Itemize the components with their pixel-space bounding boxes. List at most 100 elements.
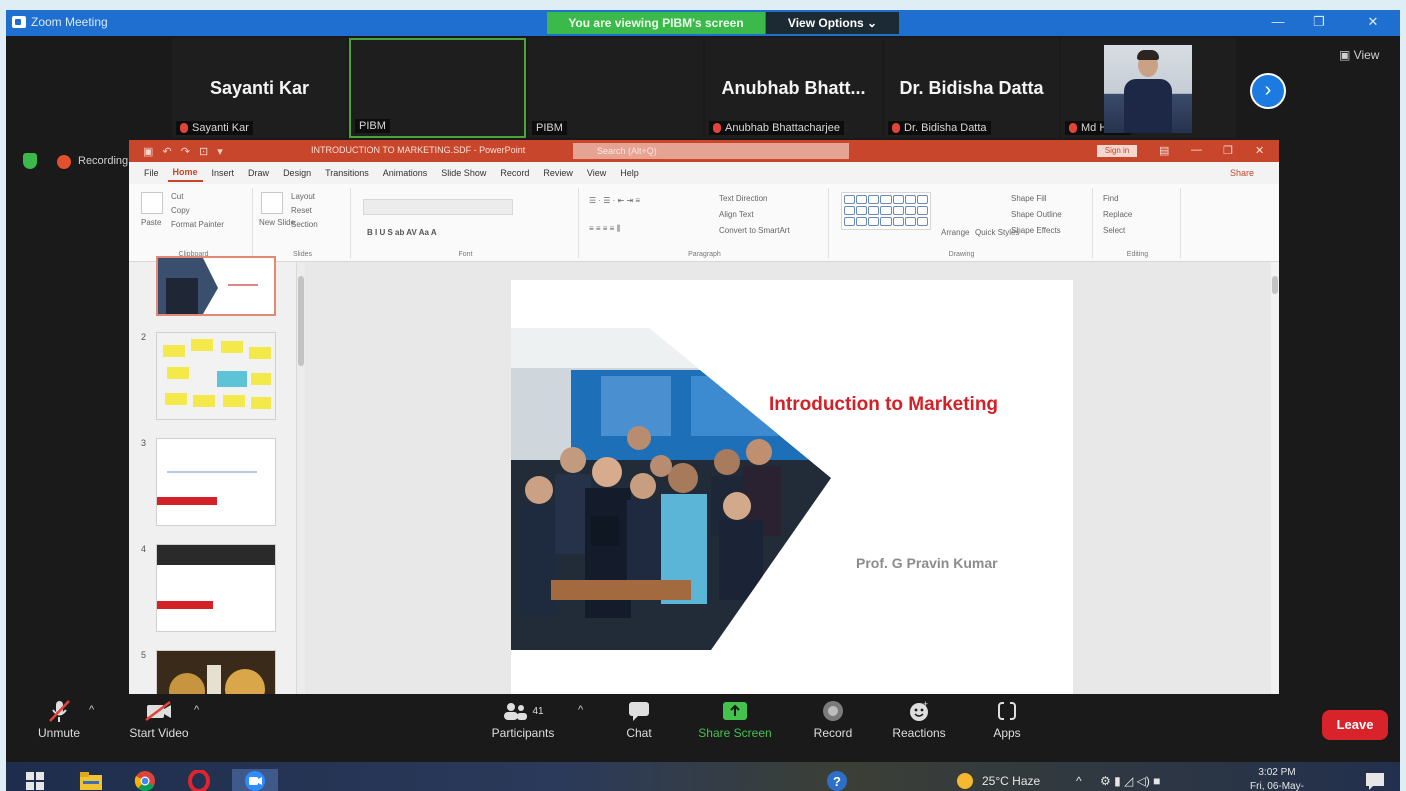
next-page-arrow-icon[interactable]: › [1250,73,1286,109]
participant-tile[interactable]: PIBM [528,38,703,138]
ppt-maximize-icon[interactable]: ❐ [1223,144,1233,157]
text-direction-button[interactable]: Text Direction [719,194,767,203]
weather-icon[interactable] [952,769,978,791]
maximize-icon[interactable]: ❐ [1304,14,1334,30]
participant-name-label: Anubhab Bhattacharjee [709,121,844,135]
mic-muted-icon [1069,123,1077,133]
slide-thumbnail-2[interactable] [156,332,276,420]
ppt-close-icon[interactable]: ✕ [1255,144,1264,157]
section-button[interactable]: Section [291,220,318,229]
chat-button[interactable]: Chat [594,696,684,740]
font-name-field[interactable] [363,199,513,215]
slide-thumbnail-4[interactable] [156,544,276,632]
share-screen-button[interactable]: Share Screen [690,696,780,740]
leave-button[interactable]: Leave [1322,710,1388,740]
zoom-taskbar-icon[interactable] [232,769,278,791]
tab-record[interactable]: Record [495,165,534,181]
unmute-button[interactable]: Unmute [14,696,104,740]
find-button[interactable]: Find [1103,194,1119,203]
participants-button[interactable]: 41 Participants [478,696,568,740]
arrange-button[interactable]: Arrange [941,228,969,237]
ppt-search-box[interactable]: Search (Alt+Q) [573,143,849,159]
reactions-label: Reactions [892,726,946,740]
paste-button[interactable]: Paste [141,218,161,227]
taskbar-clock[interactable]: 3:02 PM Fri, 06-May-2022 [1240,766,1314,791]
audio-options-caret-icon[interactable]: ^ [89,704,94,716]
shape-outline-button[interactable]: Shape Outline [1011,210,1062,219]
thumbnail-scrollbar[interactable] [297,262,305,694]
participant-tile[interactable]: Dr. Bidisha Datta Dr. Bidisha Datta [884,38,1059,138]
ppt-ribbon-options-icon[interactable]: ▤ [1159,144,1169,157]
reset-button[interactable]: Reset [291,206,312,215]
tab-view[interactable]: View [582,165,611,181]
tab-animations[interactable]: Animations [378,165,433,181]
participants-caret-icon[interactable]: ^ [578,704,583,716]
participant-tile[interactable]: Anubhab Bhatt... Anubhab Bhattacharjee [705,38,882,138]
file-explorer-icon[interactable] [78,769,104,791]
tab-slide-show[interactable]: Slide Show [436,165,491,181]
tab-draw[interactable]: Draw [243,165,274,181]
record-button[interactable]: Record [788,696,878,740]
slide-thumbnail-3[interactable] [156,438,276,526]
view-options-button[interactable]: View Options ⌄ [766,12,899,34]
select-button[interactable]: Select [1103,226,1125,235]
shape-fill-button[interactable]: Shape Fill [1011,194,1047,203]
slide-author[interactable]: Prof. G Pravin Kumar [856,555,998,571]
windows-start-icon[interactable] [22,769,48,791]
ppt-minimize-icon[interactable]: — [1191,144,1202,156]
list-buttons[interactable]: ☰ · ☰ · ⇤ ⇥ ≡ [589,196,640,205]
tab-help[interactable]: Help [615,165,644,181]
tray-chevron-icon[interactable]: ^ [1076,774,1082,788]
replace-button[interactable]: Replace [1103,210,1132,219]
slide-group-photo [511,328,831,650]
tab-review[interactable]: Review [538,165,578,181]
slide-title[interactable]: Introduction to Marketing [769,394,998,416]
tab-home[interactable]: Home [167,164,203,182]
slide-thumbnail-5[interactable] [156,650,276,694]
help-icon[interactable]: ? [824,769,850,791]
current-slide[interactable]: Introduction to Marketing Prof. G Pravin… [511,280,1073,694]
weather-label[interactable]: 25°C Haze [982,774,1040,788]
notifications-icon[interactable] [1362,769,1388,791]
slide-thumbnail-pane: 2 3 4 5 [129,256,297,694]
slide-thumbnail-1[interactable] [156,256,276,316]
participant-name-label: Sayanti Kar [176,121,253,135]
tab-transitions[interactable]: Transitions [320,165,374,181]
copy-button[interactable]: Copy [171,206,190,215]
layout-button[interactable]: Layout [291,192,315,201]
tab-insert[interactable]: Insert [207,165,240,181]
start-video-button[interactable]: Start Video [114,696,204,740]
mic-muted-icon [892,123,900,133]
tab-file[interactable]: File [139,165,164,181]
ppt-share-button[interactable]: Share [1225,165,1259,181]
shape-effects-button[interactable]: Shape Effects [1011,226,1061,235]
recording-icon [57,155,71,169]
align-text-button[interactable]: Align Text [719,210,754,219]
new-slide-button[interactable]: New Slide [259,218,295,227]
ribbon-group-clipboard: Paste Cut Copy Format Painter Clipboard [135,188,253,258]
participant-tile-active[interactable]: PIBM [349,38,526,138]
participant-tile[interactable]: Sayanti Kar Sayanti Kar [172,38,347,138]
convert-smartart-button[interactable]: Convert to SmartArt [719,226,790,235]
new-slide-icon[interactable] [261,192,283,214]
view-button[interactable]: ▣ View [1339,48,1379,62]
close-icon[interactable]: ✕ [1358,14,1388,30]
format-painter-button[interactable]: Format Painter [171,220,224,229]
shapes-gallery[interactable] [841,192,931,230]
reactions-button[interactable]: + Reactions [874,696,964,740]
unmute-label: Unmute [37,726,81,740]
align-buttons[interactable]: ≡ ≡ ≡ ≡ ⫼ [589,224,620,234]
paste-icon[interactable] [141,192,163,214]
opera-icon[interactable] [186,769,212,791]
minimize-icon[interactable]: — [1263,14,1293,29]
tray-icons[interactable]: ⚙ ▮ ◿ ◁) ■ [1100,774,1160,788]
cut-button[interactable]: Cut [171,192,183,201]
slide-scrollbar[interactable] [1271,262,1279,694]
chrome-icon[interactable] [132,769,158,791]
font-style-buttons[interactable]: B I U S ab AV Aa A [367,228,437,237]
viewing-banner: You are viewing PIBM's screen [547,12,765,34]
video-options-caret-icon[interactable]: ^ [194,704,199,716]
tab-design[interactable]: Design [278,165,316,181]
ppt-sign-in-button[interactable]: Sign in [1097,145,1137,157]
apps-button[interactable]: Apps [962,696,1052,740]
